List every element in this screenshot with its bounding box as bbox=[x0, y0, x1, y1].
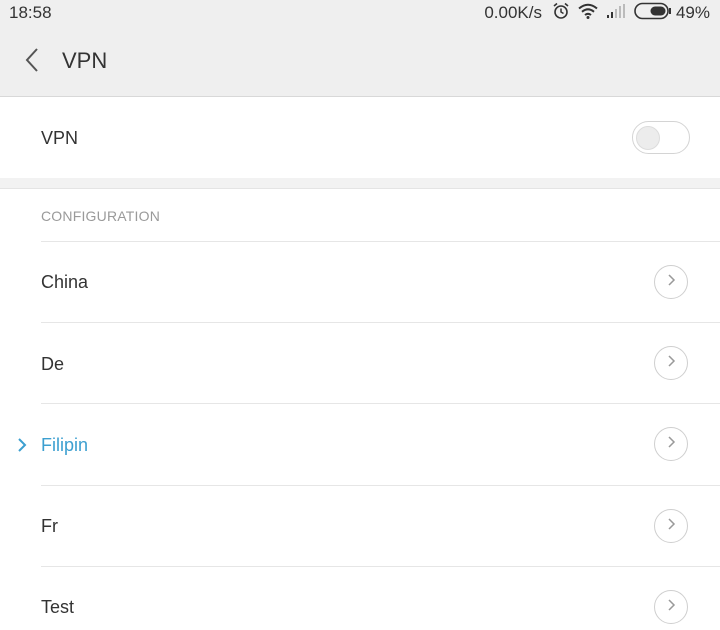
chevron-right-icon bbox=[666, 517, 676, 536]
chevron-left-icon bbox=[24, 47, 40, 78]
vpn-label: VPN bbox=[41, 128, 79, 148]
battery-percent: 49% bbox=[675, 3, 710, 22]
config-item-label: De bbox=[41, 354, 65, 374]
status-indicators: 0.00K/s 49% bbox=[484, 2, 710, 25]
config-detail-button[interactable] bbox=[654, 509, 688, 543]
list-divider bbox=[41, 403, 720, 404]
app-header: VPN bbox=[0, 26, 720, 97]
list-divider bbox=[41, 566, 720, 567]
config-detail-button[interactable] bbox=[654, 590, 688, 624]
chevron-right-icon bbox=[666, 273, 676, 292]
battery-icon bbox=[634, 2, 672, 25]
back-button[interactable] bbox=[14, 46, 50, 78]
vpn-toggle-switch[interactable] bbox=[632, 121, 690, 154]
config-detail-button[interactable] bbox=[654, 346, 688, 380]
config-detail-button[interactable] bbox=[654, 265, 688, 299]
config-item-label: Filipin bbox=[41, 435, 89, 455]
list-divider bbox=[41, 322, 720, 323]
section-header-configuration: CONFIGURATION bbox=[41, 208, 161, 224]
alarm-icon bbox=[552, 2, 570, 25]
chevron-right-icon bbox=[666, 435, 676, 454]
config-item-label: Fr bbox=[41, 516, 58, 536]
network-speed: 0.00K/s bbox=[484, 3, 542, 22]
list-divider bbox=[41, 485, 720, 486]
page-title: VPN bbox=[62, 48, 108, 73]
selected-chevron-icon bbox=[17, 437, 27, 458]
status-time: 18:58 bbox=[9, 3, 52, 22]
config-item-label: Test bbox=[41, 597, 75, 617]
config-item-china[interactable]: China bbox=[0, 241, 720, 322]
vpn-toggle-row[interactable]: VPN bbox=[0, 98, 720, 178]
config-detail-button[interactable] bbox=[654, 427, 688, 461]
chevron-right-icon bbox=[666, 598, 676, 617]
chevron-right-icon bbox=[666, 354, 676, 373]
toggle-knob bbox=[636, 126, 660, 150]
config-item-filipin[interactable]: Filipin bbox=[0, 403, 720, 484]
list-divider bbox=[41, 241, 720, 242]
section-divider bbox=[0, 178, 720, 189]
config-item-label: China bbox=[41, 272, 89, 292]
status-bar: 18:58 0.00K/s 49% bbox=[0, 0, 720, 26]
config-item-de[interactable]: De bbox=[0, 322, 720, 403]
config-item-test[interactable]: Test bbox=[0, 566, 720, 630]
wifi-icon bbox=[578, 3, 598, 24]
signal-icon bbox=[606, 3, 626, 23]
config-item-fr[interactable]: Fr bbox=[0, 485, 720, 566]
